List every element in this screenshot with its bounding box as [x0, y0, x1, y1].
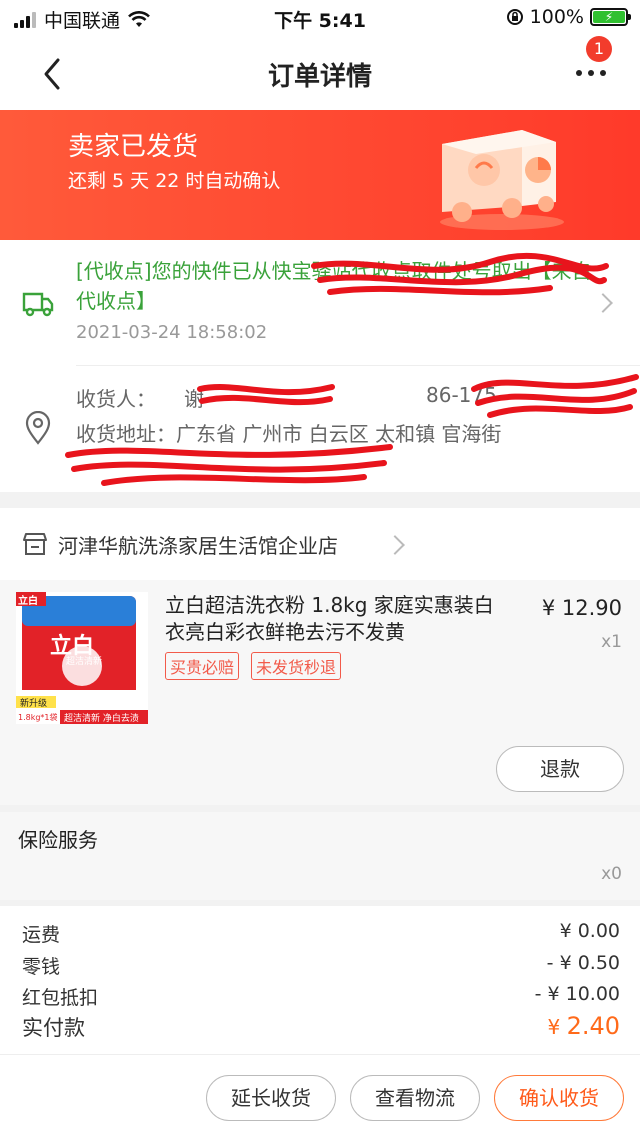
fee-row-change: 零钱 - ¥ 0.50: [22, 952, 620, 979]
insurance-quantity: x0: [601, 864, 622, 884]
auto-confirm-countdown: 还剩 5 天 22 时自动确认: [68, 170, 281, 192]
address-label: 收货地址：: [76, 422, 176, 446]
logistics-info[interactable]: [代收点]您的快件已从快宝驿站代收点取件处号取出【来自代收点】 2021-03-…: [0, 240, 640, 365]
nav-bar: 订单详情 1: [0, 36, 640, 110]
order-status-title: 卖家已发货: [68, 132, 199, 162]
total-amount: 2.40: [566, 1012, 620, 1040]
receiver-phone: 86-175: [426, 383, 497, 407]
shop-row[interactable]: 河津华航洗涤家居生活馆企业店: [0, 508, 640, 580]
refund-button[interactable]: 退款: [496, 746, 624, 792]
weight-label: 1.8kg*1袋: [18, 713, 58, 722]
brand-corner-text: 立白: [18, 596, 38, 607]
more-icon[interactable]: [576, 70, 606, 76]
location-pin-icon: [25, 411, 51, 445]
order-item[interactable]: 立白 立白 超洁清新 新升级 1.8kg*1袋 超洁清新 净白去渍 立白超洁洗衣…: [0, 580, 640, 805]
shipping-address: 收货人： 谢 86-175 收货地址：广东省 广州市 白云区 太和镇 官海街: [0, 365, 640, 492]
view-logistics-button[interactable]: 查看物流: [350, 1075, 480, 1121]
logistics-time: 2021-03-24 18:58:02: [76, 322, 268, 343]
divider: [76, 365, 640, 366]
notification-badge: 1: [586, 36, 612, 62]
fee-label: 零钱: [22, 956, 61, 978]
product-name[interactable]: 立白超洁洗衣粉 1.8kg 家庭实惠装白衣亮白彩衣鲜艳去污不发黄: [165, 592, 505, 646]
redaction-scribble: [197, 384, 335, 406]
fee-row-shipping: 运费 ¥ 0.00: [22, 920, 620, 947]
chevron-right-icon: [385, 535, 405, 555]
fee-row-total: 实付款 ¥ 2.40: [22, 1012, 620, 1042]
receiver-label: 收货人：: [76, 387, 156, 411]
chevron-right-icon: [593, 293, 613, 313]
fee-summary: 运费 ¥ 0.00 零钱 - ¥ 0.50 红包抵扣 - ¥ 10.00 实付款…: [0, 906, 640, 1054]
status-right: 100% ⚡: [506, 6, 631, 28]
page-title: 订单详情: [267, 62, 372, 92]
brand-sub-text: 超洁清新: [66, 657, 103, 667]
total-label: 实付款: [22, 1016, 85, 1040]
fee-label: 红包抵扣: [22, 987, 99, 1009]
fee-row-redpack: 红包抵扣 - ¥ 10.00: [22, 983, 620, 1010]
insurance-service: 保险服务 x0: [0, 812, 640, 900]
battery-percent: 100%: [529, 6, 584, 28]
product-quantity: x1: [601, 632, 622, 652]
fee-value: - ¥ 0.50: [546, 952, 620, 974]
fee-value: - ¥ 10.00: [534, 983, 620, 1005]
battery-icon: ⚡: [590, 8, 631, 26]
address-text: 收货地址：广东省 广州市 白云区 太和镇 官海街: [76, 419, 616, 449]
total-value: ¥ 2.40: [547, 1012, 620, 1042]
delivery-truck-illustration: [440, 130, 564, 230]
slogan-text: 超洁清新 净白去渍: [64, 714, 139, 724]
shop-name: 河津华航洗涤家居生活馆企业店: [58, 534, 338, 558]
logistics-message: [代收点]您的快件已从快宝驿站代收点取件处号取出【来自代收点】: [76, 259, 592, 313]
insurance-label: 保险服务: [18, 828, 98, 852]
service-tags: 买贵必赔 未发货秒退: [165, 652, 342, 680]
address-value: 广东省 广州市 白云区 太和镇 官海街: [176, 422, 502, 446]
status-bar: 中国联通 下午 5:41 100% ⚡: [0, 0, 640, 36]
total-currency: ¥: [547, 1015, 567, 1039]
upgrade-badge: 新升级: [20, 699, 48, 709]
extend-receipt-button[interactable]: 延长收货: [206, 1075, 336, 1121]
tag-price-guarantee: 买贵必赔: [165, 652, 240, 680]
product-image[interactable]: 立白 立白 超洁清新 新升级 1.8kg*1袋 超洁清新 净白去渍: [16, 592, 148, 724]
receiver-name: 谢: [184, 387, 204, 411]
orientation-lock-icon: [506, 9, 523, 25]
tag-instant-refund: 未发货秒退: [251, 652, 342, 680]
truck-icon: [22, 292, 54, 317]
order-status-banner: 卖家已发货 还剩 5 天 22 时自动确认: [0, 110, 640, 240]
fee-value: ¥ 0.00: [559, 920, 620, 942]
store-icon: [23, 533, 47, 555]
product-price: ¥ 12.90: [541, 596, 622, 620]
action-bar: 延长收货 查看物流 确认收货: [0, 1054, 640, 1138]
confirm-receipt-button[interactable]: 确认收货: [494, 1075, 624, 1121]
fee-label: 运费: [22, 924, 61, 946]
